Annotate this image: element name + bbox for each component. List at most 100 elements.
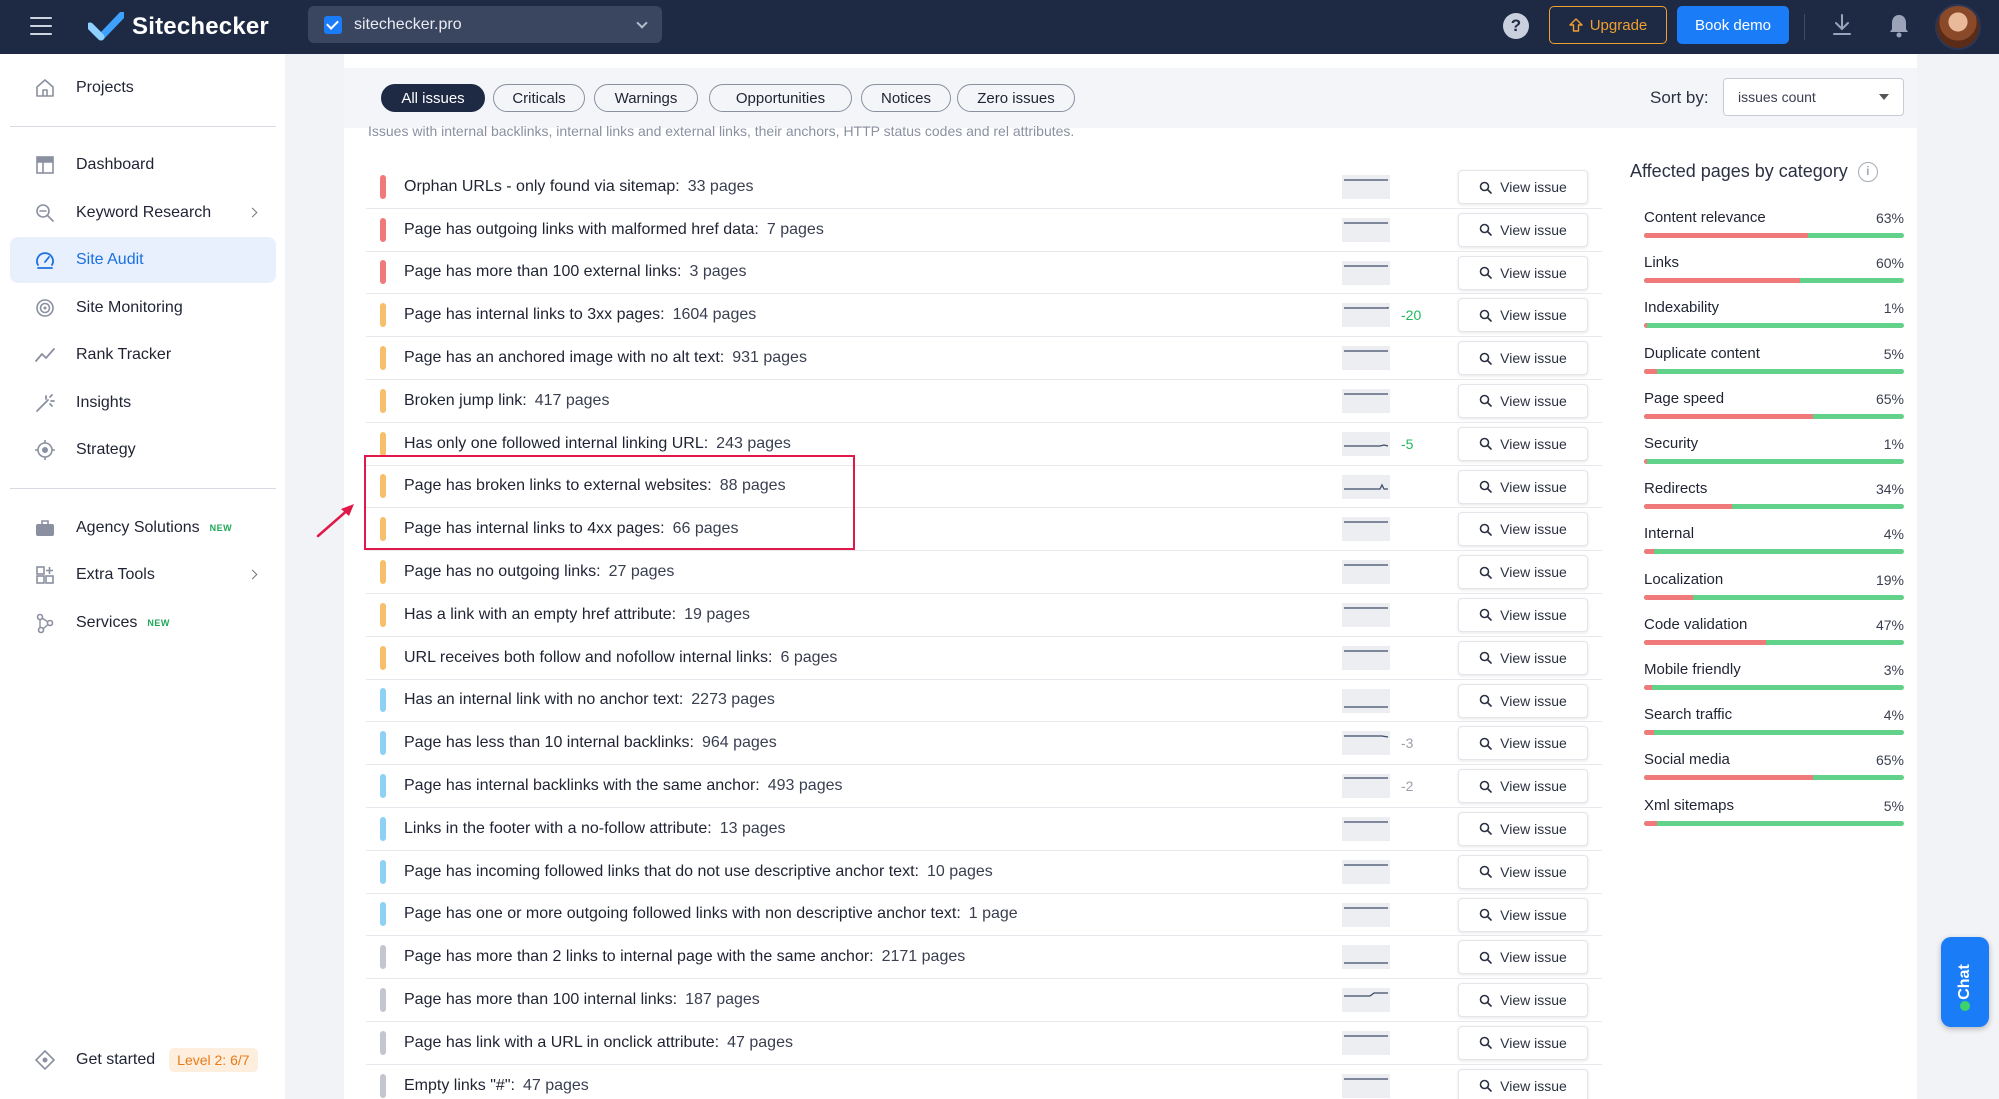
tab-opportunities[interactable]: Opportunities [709,84,852,112]
issue-title[interactable]: Page has one or more outgoing followed l… [404,905,961,923]
view-issue-button[interactable]: View issue [1458,940,1588,975]
sidebar-item-insights[interactable]: Insights [10,380,276,426]
view-issue-button[interactable]: View issue [1458,298,1588,333]
issue-row[interactable]: Page has more than 2 links to internal p… [366,936,1602,980]
view-issue-button[interactable]: View issue [1458,170,1588,204]
tab-notices[interactable]: Notices [861,84,951,112]
category-item[interactable]: Social media 65% [1644,751,1904,796]
view-issue-button[interactable]: View issue [1458,640,1588,675]
issue-title[interactable]: Empty links "#": [404,1077,515,1095]
view-issue-button[interactable]: View issue [1458,1025,1588,1060]
sidebar-item-projects[interactable]: Projects [10,65,276,111]
sidebar-item-services[interactable]: Services NEW [10,600,276,646]
view-issue-button[interactable]: View issue [1458,726,1588,761]
view-issue-button[interactable]: View issue [1458,555,1588,590]
issue-row[interactable]: Page has more than 100 internal links: 18… [366,979,1602,1022]
view-issue-button[interactable]: View issue [1458,426,1588,461]
view-issue-button[interactable]: View issue [1458,383,1588,418]
issue-title[interactable]: Page has more than 100 external links: [404,263,682,281]
category-item[interactable]: Internal 4% [1644,525,1904,570]
menu-icon[interactable] [30,17,52,35]
view-issue-button[interactable]: View issue [1458,897,1588,932]
issue-row[interactable]: Page has an anchored image with no alt t… [366,337,1602,380]
view-issue-button[interactable]: View issue [1458,1068,1588,1099]
view-issue-button[interactable]: View issue [1458,212,1588,247]
view-issue-button[interactable]: View issue [1458,769,1588,804]
issue-title[interactable]: Page has outgoing links with malformed h… [404,221,759,239]
upgrade-button[interactable]: Upgrade [1549,6,1667,44]
user-avatar[interactable] [1935,4,1981,50]
view-issue-button[interactable]: View issue [1458,597,1588,632]
issue-row[interactable]: Page has outgoing links with malformed h… [366,209,1602,252]
issue-title[interactable]: Has a link with an empty href attribute: [404,606,676,624]
category-item[interactable]: Mobile friendly 3% [1644,661,1904,706]
issue-row[interactable]: Page has internal backlinks with the sam… [366,765,1602,808]
category-item[interactable]: Indexability 1% [1644,299,1904,344]
issue-title[interactable]: Has an internal link with no anchor text… [404,691,683,709]
issue-title[interactable]: Broken jump link: [404,392,527,410]
category-item[interactable]: Search traffic 4% [1644,706,1904,751]
issue-title[interactable]: Page has no outgoing links: [404,563,601,581]
sidebar-item-site-audit[interactable]: Site Audit [10,237,276,283]
sidebar-item-extra-tools[interactable]: Extra Tools [10,552,276,598]
tab-criticals[interactable]: Criticals [493,84,585,112]
category-item[interactable]: Page speed 65% [1644,390,1904,435]
category-item[interactable]: Localization 19% [1644,571,1904,616]
category-item[interactable]: Security 1% [1644,435,1904,480]
sidebar-item-agency-solutions[interactable]: Agency Solutions NEW [10,505,276,551]
issue-title[interactable]: Page has an anchored image with no alt t… [404,349,724,367]
issue-title[interactable]: Page has less than 10 internal backlinks… [404,734,694,752]
issue-row[interactable]: Page has one or more outgoing followed l… [366,894,1602,937]
issue-title[interactable]: Page has incoming followed links that do… [404,863,919,881]
info-icon[interactable]: i [1857,161,1878,182]
issue-row[interactable]: Page has internal links to 3xx pages: 160… [366,294,1602,338]
issue-row[interactable]: Links in the footer with a no-follow att… [366,808,1602,851]
issue-row[interactable]: Broken jump link: 417 pages View issue [366,380,1602,423]
view-issue-button[interactable]: View issue [1458,811,1588,846]
category-item[interactable]: Code validation 47% [1644,616,1904,661]
category-item[interactable]: Xml sitemaps 5% [1644,797,1904,842]
view-issue-button[interactable]: View issue [1458,683,1588,718]
issue-title[interactable]: Page has link with a URL in onclick attr… [404,1034,719,1052]
site-selector[interactable]: sitechecker.pro [308,6,662,43]
issue-title[interactable]: Page has more than 100 internal links: [404,991,677,1009]
issue-title[interactable]: Orphan URLs - only found via sitemap: [404,178,680,196]
help-icon[interactable]: ? [1503,13,1529,39]
view-issue-button[interactable]: View issue [1458,854,1588,889]
issue-title[interactable]: Has only one followed internal linking U… [404,435,708,453]
view-issue-button[interactable]: View issue [1458,983,1588,1018]
get-started[interactable]: Get started Level 2: 6/7 [10,1037,276,1083]
issue-row[interactable]: URL receives both follow and nofollow in… [366,637,1602,680]
chat-button[interactable]: Chat [1941,937,1989,1027]
issue-row[interactable]: Has an internal link with no anchor text… [366,680,1602,723]
issue-title[interactable]: URL receives both follow and nofollow in… [404,649,772,667]
issue-title[interactable]: Page has more than 2 links to internal p… [404,948,874,966]
issue-row[interactable]: Orphan URLs - only found via sitemap: 33 … [366,166,1602,209]
issue-row[interactable]: Page has no outgoing links: 27 pages View … [366,551,1602,594]
issue-title[interactable]: Page has internal backlinks with the sam… [404,777,760,795]
issue-row[interactable]: Page has less than 10 internal backlinks… [366,722,1602,766]
category-item[interactable]: Duplicate content 5% [1644,345,1904,390]
category-item[interactable]: Redirects 34% [1644,480,1904,525]
tab-warnings[interactable]: Warnings [594,84,698,112]
sidebar-item-strategy[interactable]: Strategy [10,427,276,473]
issue-row[interactable]: Empty links "#": 47 pages View issue [366,1065,1602,1099]
category-item[interactable]: Links 60% [1644,254,1904,299]
view-issue-button[interactable]: View issue [1458,255,1588,290]
view-issue-button[interactable]: View issue [1458,341,1588,376]
book-demo-button[interactable]: Book demo [1677,6,1789,44]
tab-zero-issues[interactable]: Zero issues [957,84,1075,112]
view-issue-button[interactable]: View issue [1458,512,1588,547]
download-icon[interactable] [1831,13,1853,37]
logo[interactable]: Sitechecker [88,10,269,44]
issue-row[interactable]: Page has more than 100 external links: 3 … [366,252,1602,295]
issue-row[interactable]: Page has link with a URL in onclick attr… [366,1022,1602,1065]
issue-title[interactable]: Links in the footer with a no-follow att… [404,820,712,838]
sidebar-item-site-monitoring[interactable]: Site Monitoring [10,285,276,331]
sidebar-item-keyword-research[interactable]: Keyword Research [10,190,276,236]
category-item[interactable]: Content relevance 63% [1644,209,1904,254]
tab-all-issues[interactable]: All issues [381,84,485,112]
issue-row[interactable]: Page has incoming followed links that do… [366,851,1602,894]
sort-select[interactable]: issues count [1723,78,1904,116]
view-issue-button[interactable]: View issue [1458,469,1588,504]
